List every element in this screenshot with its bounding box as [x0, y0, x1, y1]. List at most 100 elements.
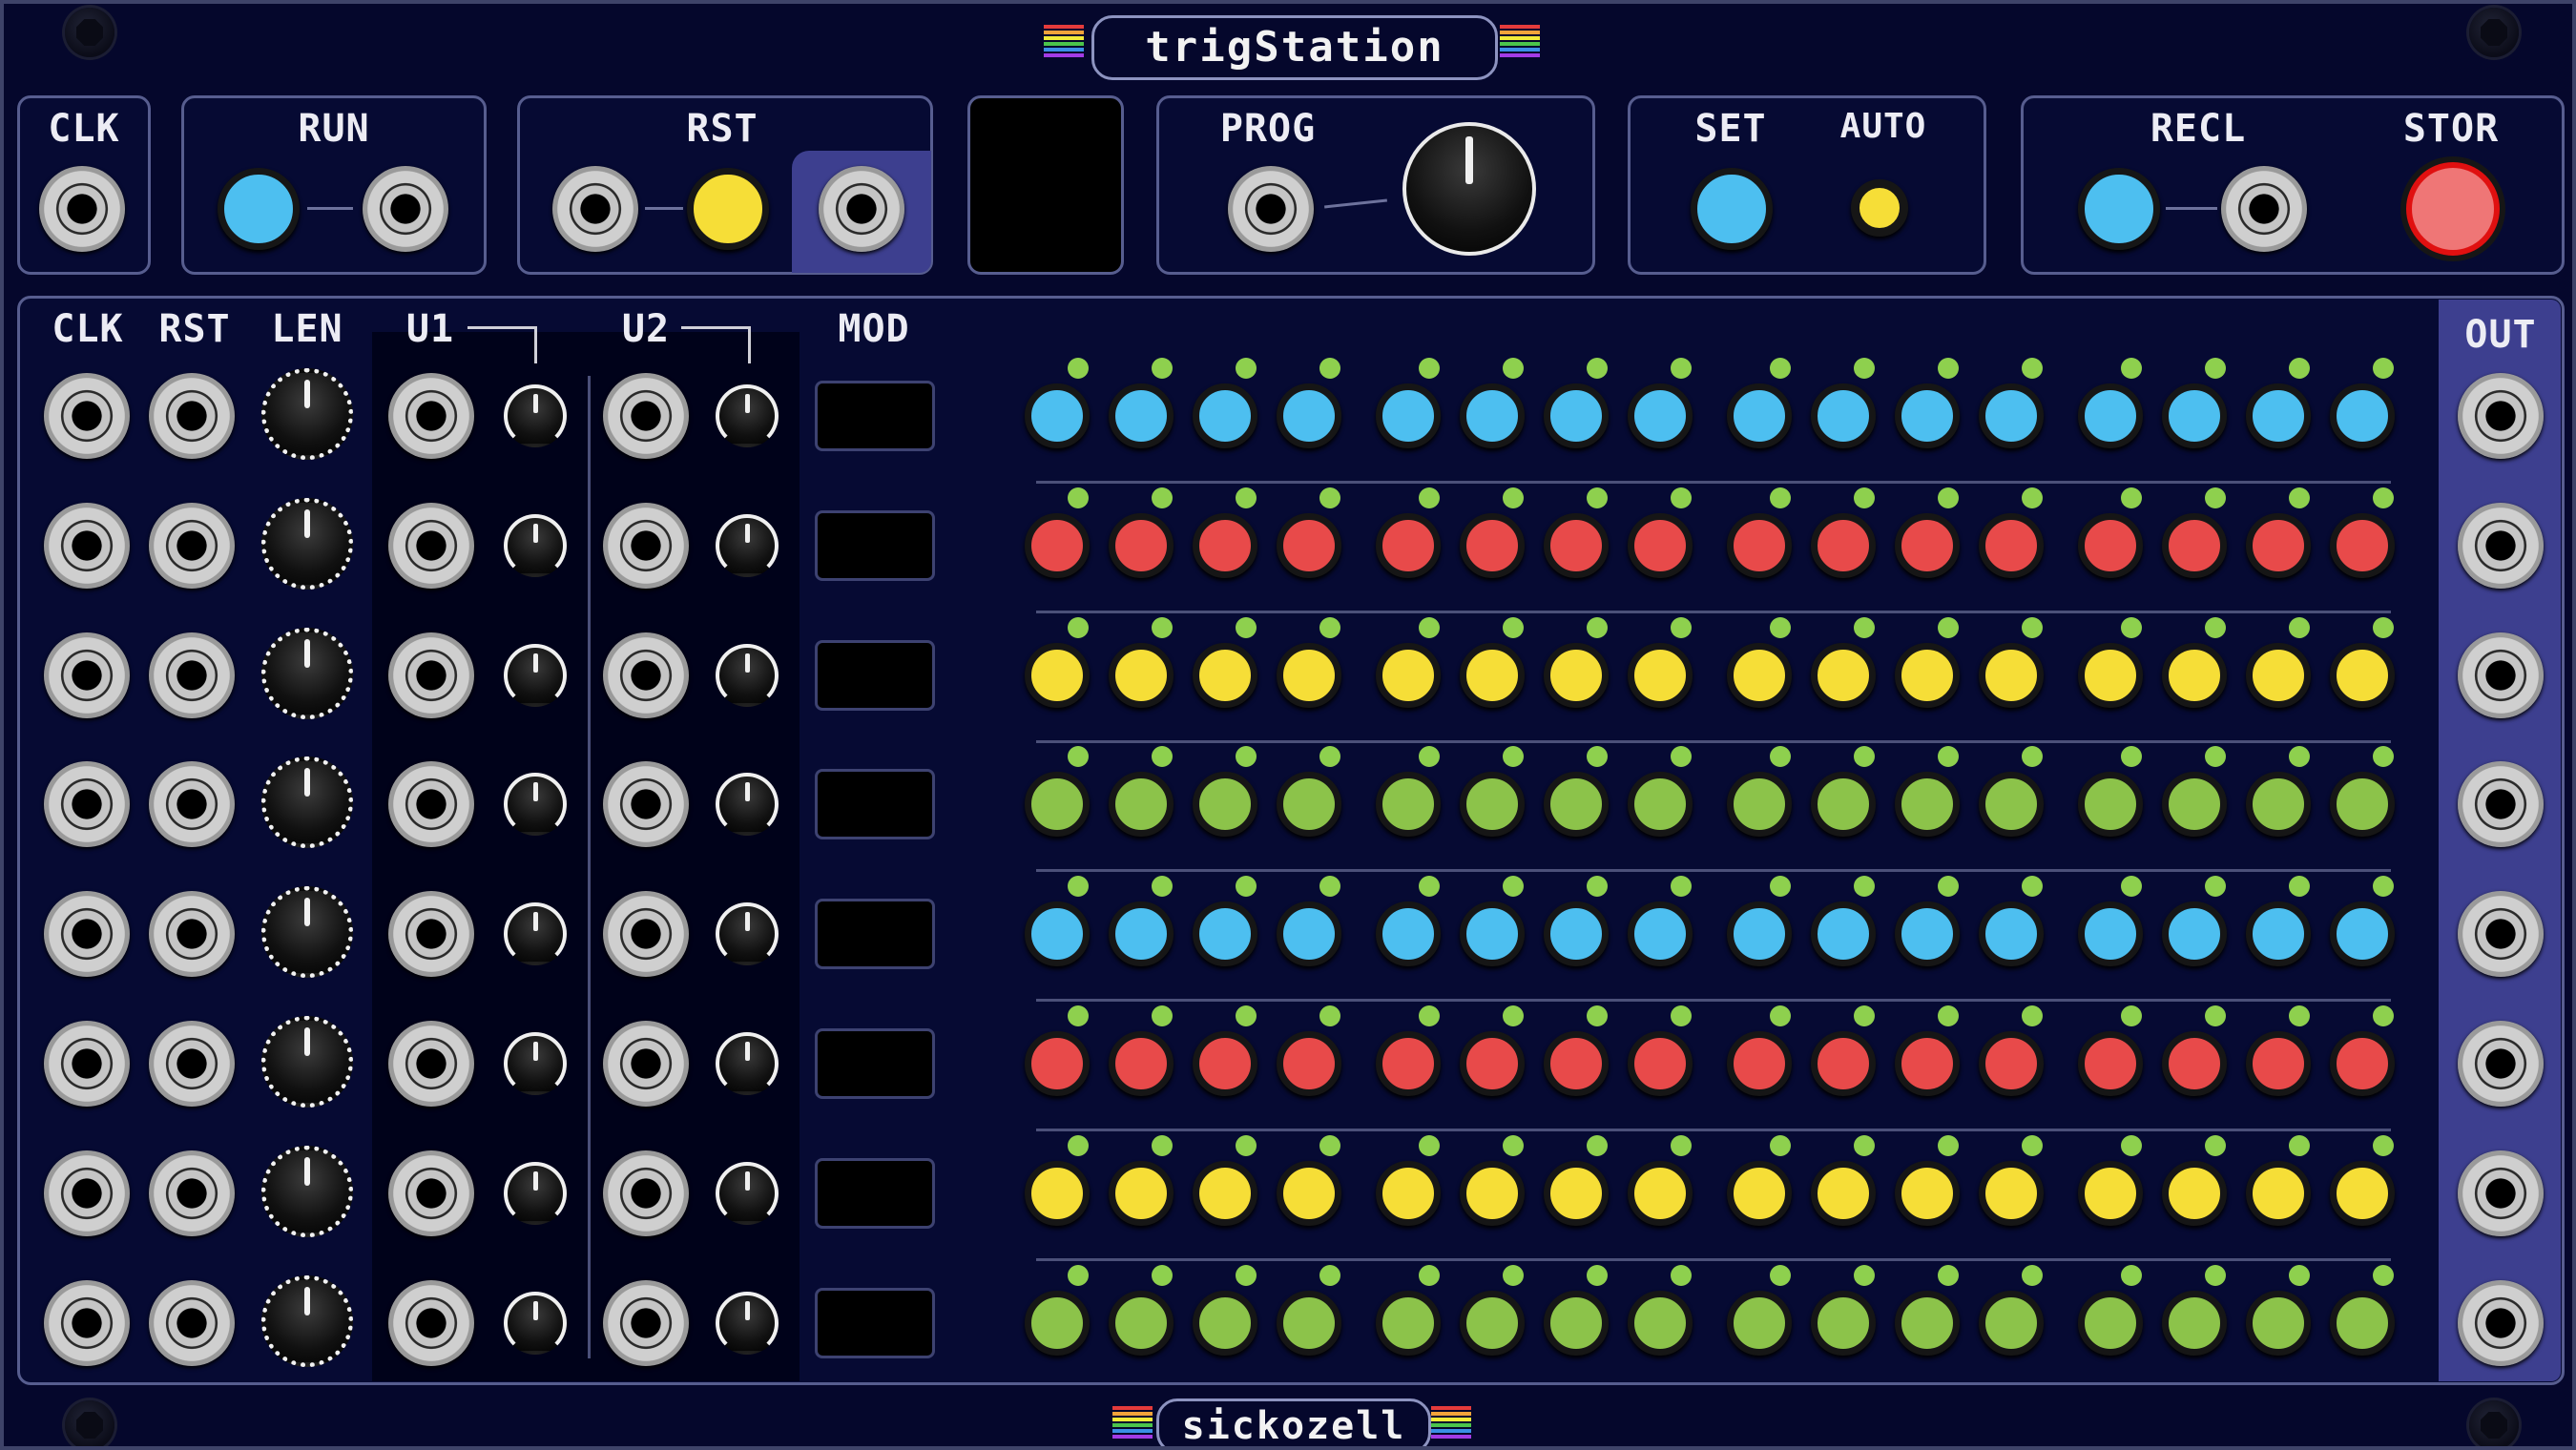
- track-2-u1-knob[interactable]: [504, 513, 567, 577]
- track-8-step-16-button[interactable]: [2330, 1290, 2395, 1356]
- track-1-step-14-button[interactable]: [2162, 383, 2227, 448]
- track-1-step-7-button[interactable]: [1544, 383, 1609, 448]
- track-7-out-jack[interactable]: [2458, 1150, 2544, 1236]
- track-1-u1-knob[interactable]: [504, 384, 567, 447]
- track-5-step-6-button[interactable]: [1460, 901, 1525, 967]
- track-3-step-8-button[interactable]: [1628, 642, 1693, 708]
- track-3-step-11-button[interactable]: [1895, 642, 1960, 708]
- track-1-u1-jack[interactable]: [388, 373, 474, 459]
- track-4-step-2-button[interactable]: [1109, 772, 1174, 838]
- track-4-clk-jack[interactable]: [44, 761, 130, 848]
- clk-input-jack[interactable]: [39, 166, 125, 252]
- track-2-step-4-button[interactable]: [1277, 512, 1341, 578]
- track-4-step-11-button[interactable]: [1895, 772, 1960, 838]
- track-4-len-knob[interactable]: [261, 756, 353, 849]
- track-6-step-5-button[interactable]: [1376, 1031, 1441, 1096]
- track-4-rst-jack[interactable]: [149, 761, 235, 848]
- track-8-out-jack[interactable]: [2458, 1279, 2544, 1366]
- track-6-out-jack[interactable]: [2458, 1021, 2544, 1107]
- track-2-rst-jack[interactable]: [149, 502, 235, 589]
- track-8-step-15-button[interactable]: [2246, 1290, 2311, 1356]
- track-1-u2-knob[interactable]: [716, 384, 779, 447]
- track-4-step-1-button[interactable]: [1025, 772, 1090, 838]
- track-7-u1-jack[interactable]: [388, 1150, 474, 1236]
- track-1-step-10-button[interactable]: [1811, 383, 1876, 448]
- track-5-out-jack[interactable]: [2458, 891, 2544, 978]
- track-6-clk-jack[interactable]: [44, 1021, 130, 1107]
- track-6-step-6-button[interactable]: [1460, 1031, 1525, 1096]
- run-input-jack[interactable]: [363, 166, 448, 252]
- track-8-u1-knob[interactable]: [504, 1291, 567, 1355]
- track-3-len-knob[interactable]: [261, 627, 353, 719]
- track-6-step-11-button[interactable]: [1895, 1031, 1960, 1096]
- track-3-u2-knob[interactable]: [716, 643, 779, 707]
- rst-output-jack[interactable]: [819, 166, 904, 252]
- track-8-step-3-button[interactable]: [1193, 1290, 1257, 1356]
- track-8-step-7-button[interactable]: [1544, 1290, 1609, 1356]
- track-8-step-8-button[interactable]: [1628, 1290, 1693, 1356]
- track-6-step-3-button[interactable]: [1193, 1031, 1257, 1096]
- track-1-step-13-button[interactable]: [2078, 383, 2143, 448]
- track-8-step-1-button[interactable]: [1025, 1290, 1090, 1356]
- track-6-step-13-button[interactable]: [2078, 1031, 2143, 1096]
- recl-button[interactable]: [2078, 168, 2160, 250]
- track-4-step-15-button[interactable]: [2246, 772, 2311, 838]
- track-1-step-5-button[interactable]: [1376, 383, 1441, 448]
- rst-input-jack[interactable]: [552, 166, 638, 252]
- track-2-clk-jack[interactable]: [44, 502, 130, 589]
- track-7-u1-knob[interactable]: [504, 1161, 567, 1225]
- track-7-clk-jack[interactable]: [44, 1150, 130, 1236]
- track-3-out-jack[interactable]: [2458, 632, 2544, 718]
- track-8-step-9-button[interactable]: [1727, 1290, 1792, 1356]
- track-3-step-5-button[interactable]: [1376, 642, 1441, 708]
- track-4-step-3-button[interactable]: [1193, 772, 1257, 838]
- track-5-u1-knob[interactable]: [504, 902, 567, 966]
- track-3-step-9-button[interactable]: [1727, 642, 1792, 708]
- track-4-u1-knob[interactable]: [504, 773, 567, 837]
- track-2-step-6-button[interactable]: [1460, 512, 1525, 578]
- track-7-step-8-button[interactable]: [1628, 1160, 1693, 1226]
- track-8-u2-knob[interactable]: [716, 1291, 779, 1355]
- track-4-step-9-button[interactable]: [1727, 772, 1792, 838]
- track-4-step-14-button[interactable]: [2162, 772, 2227, 838]
- track-8-u2-jack[interactable]: [603, 1279, 689, 1366]
- track-6-step-7-button[interactable]: [1544, 1031, 1609, 1096]
- track-2-step-12-button[interactable]: [1979, 512, 2044, 578]
- track-6-len-knob[interactable]: [261, 1016, 353, 1108]
- track-2-step-10-button[interactable]: [1811, 512, 1876, 578]
- track-8-len-knob[interactable]: [261, 1274, 353, 1367]
- track-1-step-2-button[interactable]: [1109, 383, 1174, 448]
- track-2-out-jack[interactable]: [2458, 502, 2544, 589]
- track-7-step-7-button[interactable]: [1544, 1160, 1609, 1226]
- track-2-step-1-button[interactable]: [1025, 512, 1090, 578]
- prog-knob[interactable]: [1402, 122, 1536, 256]
- track-7-step-6-button[interactable]: [1460, 1160, 1525, 1226]
- track-1-step-4-button[interactable]: [1277, 383, 1341, 448]
- track-1-out-jack[interactable]: [2458, 373, 2544, 459]
- stor-button[interactable]: [2406, 162, 2500, 256]
- run-button[interactable]: [218, 168, 300, 250]
- track-3-u1-knob[interactable]: [504, 643, 567, 707]
- track-4-step-6-button[interactable]: [1460, 772, 1525, 838]
- track-3-u1-jack[interactable]: [388, 632, 474, 718]
- track-5-step-10-button[interactable]: [1811, 901, 1876, 967]
- track-2-len-knob[interactable]: [261, 497, 353, 590]
- track-6-step-9-button[interactable]: [1727, 1031, 1792, 1096]
- track-7-u2-knob[interactable]: [716, 1161, 779, 1225]
- track-6-u2-knob[interactable]: [716, 1032, 779, 1095]
- track-8-u1-jack[interactable]: [388, 1279, 474, 1366]
- track-6-u1-jack[interactable]: [388, 1021, 474, 1107]
- track-5-step-12-button[interactable]: [1979, 901, 2044, 967]
- track-4-step-16-button[interactable]: [2330, 772, 2395, 838]
- track-3-step-6-button[interactable]: [1460, 642, 1525, 708]
- track-7-len-knob[interactable]: [261, 1145, 353, 1237]
- track-4-out-jack[interactable]: [2458, 761, 2544, 848]
- track-3-step-15-button[interactable]: [2246, 642, 2311, 708]
- track-2-step-9-button[interactable]: [1727, 512, 1792, 578]
- track-2-step-7-button[interactable]: [1544, 512, 1609, 578]
- track-4-u1-jack[interactable]: [388, 761, 474, 848]
- track-8-clk-jack[interactable]: [44, 1279, 130, 1366]
- track-7-step-16-button[interactable]: [2330, 1160, 2395, 1226]
- track-3-step-2-button[interactable]: [1109, 642, 1174, 708]
- track-5-step-4-button[interactable]: [1277, 901, 1341, 967]
